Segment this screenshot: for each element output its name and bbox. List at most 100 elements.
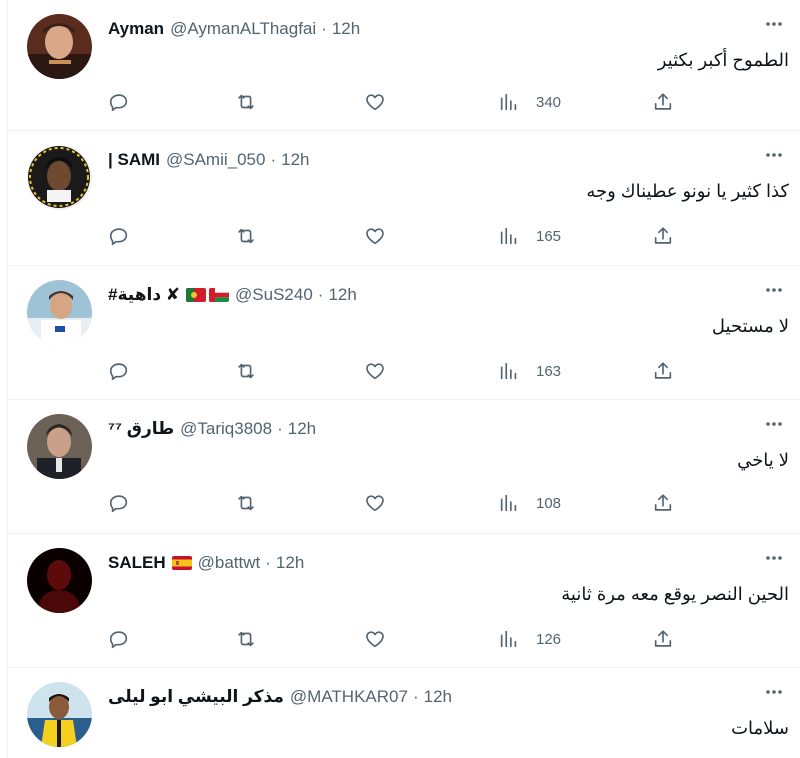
reply-button[interactable] [108, 223, 130, 249]
portugal-flag-icon [186, 288, 207, 302]
flag-emojis [171, 556, 192, 570]
display-name[interactable]: #داهية ✘ [108, 285, 180, 305]
tweet[interactable]: #داهية ✘ @SuS240 · 12h لا مستحيل 163 [8, 266, 800, 400]
like-button[interactable] [364, 89, 386, 115]
display-name[interactable]: طارق ⁷⁷ [108, 419, 174, 439]
share-button[interactable] [652, 490, 674, 516]
like-icon [366, 94, 384, 111]
reply-icon [109, 94, 128, 112]
reply-button[interactable] [108, 89, 130, 115]
tweet-text: الطموح أكبر بكثير [657, 50, 789, 70]
avatar[interactable] [27, 145, 92, 210]
tweet-text: كذا كثير يا نونو عطيناك وجه [586, 181, 789, 201]
views-count: 126 [536, 630, 562, 648]
tweet-actions: 165 [108, 223, 708, 249]
display-name[interactable]: Ayman [108, 19, 164, 39]
more-icon[interactable] [759, 280, 789, 300]
like-button[interactable] [364, 223, 386, 249]
reply-button[interactable] [108, 358, 130, 384]
more-icon[interactable] [759, 145, 789, 165]
display-name[interactable]: مذكر البيشي ابو ليلى [108, 687, 284, 707]
avatar[interactable] [27, 280, 92, 345]
tweet-text: الحين النصر يوقع معه مرة ثانية [561, 584, 789, 604]
views-count: 340 [536, 93, 562, 111]
avatar[interactable] [27, 682, 92, 747]
tweet-header: | SAMI @SAmii_050 · 12h [108, 149, 310, 171]
share-icon [654, 93, 672, 110]
timeline: Ayman @AymanALThagfai · 12h الطموح أكبر … [7, 0, 800, 758]
views-button[interactable]: 163 [498, 358, 561, 384]
like-icon [366, 495, 384, 512]
user-handle[interactable]: @AymanALThagfai [170, 19, 316, 39]
retweet-icon [238, 495, 254, 511]
reply-icon [109, 363, 128, 381]
user-handle[interactable]: @battwt [198, 553, 261, 573]
user-handle[interactable]: @MATHKAR07 [290, 687, 408, 707]
views-count: 108 [536, 494, 562, 512]
tweet-text: لا مستحيل [711, 316, 789, 336]
share-icon [654, 630, 672, 647]
separator-dot: · [321, 19, 327, 38]
views-button[interactable]: 126 [498, 626, 561, 652]
spain-flag-icon [171, 556, 192, 570]
views-icon [500, 362, 517, 380]
user-handle[interactable]: @SAmii_050 [166, 150, 265, 170]
display-name[interactable]: | SAMI [108, 150, 160, 170]
more-icon[interactable] [759, 682, 789, 702]
timestamp[interactable]: 12h [281, 150, 309, 170]
more-icon[interactable] [759, 414, 789, 434]
display-name[interactable]: SALEH [108, 553, 166, 573]
tweet[interactable]: SALEH @battwt · 12h الحين النصر يوقع معه… [8, 534, 800, 668]
user-handle[interactable]: @Tariq3808 [180, 419, 272, 439]
timestamp[interactable]: 12h [328, 285, 356, 305]
tweet[interactable]: Ayman @AymanALThagfai · 12h الطموح أكبر … [8, 0, 800, 131]
like-button[interactable] [364, 626, 386, 652]
views-button[interactable]: 108 [498, 490, 561, 516]
views-icon [500, 630, 517, 648]
separator-dot: · [265, 553, 271, 572]
user-handle[interactable]: @SuS240 [235, 285, 313, 305]
share-button[interactable] [652, 89, 674, 115]
share-button[interactable] [652, 626, 674, 652]
views-count: 165 [536, 227, 562, 245]
retweet-button[interactable] [235, 490, 257, 516]
like-button[interactable] [364, 490, 386, 516]
timestamp[interactable]: 12h [288, 419, 316, 439]
retweet-icon [238, 631, 254, 647]
tweet-text: لا ياخي [737, 450, 789, 470]
separator-dot: · [412, 687, 419, 706]
tweet-actions: 340 [108, 89, 708, 115]
tweet[interactable]: مذكر البيشي ابو ليلى @MATHKAR07 · 12h سل… [8, 668, 800, 758]
tweet[interactable]: | SAMI @SAmii_050 · 12h كذا كثير يا نونو… [8, 131, 800, 266]
flag-emojis [186, 288, 230, 302]
more-icon[interactable] [759, 14, 789, 34]
timestamp[interactable]: 12h [332, 19, 360, 39]
retweet-button[interactable] [235, 223, 257, 249]
reply-button[interactable] [108, 626, 130, 652]
like-button[interactable] [364, 358, 386, 384]
tweet[interactable]: طارق ⁷⁷ @Tariq3808 · 12h لا ياخي 108 [8, 400, 800, 534]
retweet-button[interactable] [235, 626, 257, 652]
views-button[interactable]: 165 [498, 223, 561, 249]
share-icon [654, 362, 672, 379]
views-count: 163 [536, 362, 562, 380]
views-icon [500, 93, 517, 111]
avatar[interactable] [27, 414, 92, 479]
retweet-button[interactable] [235, 358, 257, 384]
views-button[interactable]: 340 [498, 89, 561, 115]
more-icon[interactable] [759, 548, 789, 568]
views-icon [500, 494, 517, 512]
share-button[interactable] [652, 223, 674, 249]
retweet-button[interactable] [235, 89, 257, 115]
reply-icon [109, 631, 128, 649]
tweet-header: طارق ⁷⁷ @Tariq3808 · 12h [108, 418, 316, 440]
share-icon [654, 227, 672, 244]
timestamp[interactable]: 12h [276, 553, 304, 573]
avatar[interactable] [27, 14, 92, 79]
timestamp[interactable]: 12h [424, 687, 452, 707]
share-button[interactable] [652, 358, 674, 384]
separator-dot: · [270, 150, 277, 169]
retweet-icon [238, 228, 254, 244]
reply-button[interactable] [108, 490, 130, 516]
avatar[interactable] [27, 548, 92, 613]
